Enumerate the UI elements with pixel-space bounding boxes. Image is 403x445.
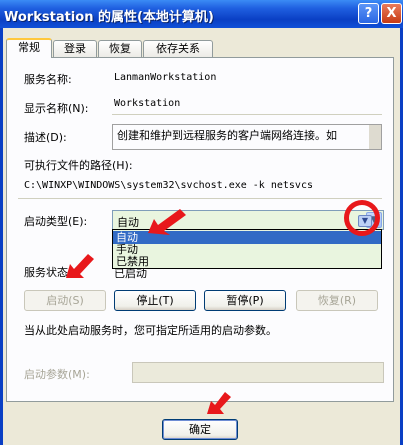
- title-bar[interactable]: Workstation 的属性(本地计算机) ? X: [0, 0, 403, 28]
- description-scrollbar[interactable]: [369, 125, 381, 149]
- description-text: 创建和维护到远程服务的客户端网络连接。如: [117, 129, 337, 142]
- tab-logon[interactable]: 登录: [53, 40, 97, 57]
- display-name-label: 显示名称(N):: [24, 102, 89, 115]
- hint-text: 当从此处启动服务时，您可指定所适用的启动参数。: [24, 324, 277, 337]
- exe-path-label: 可执行文件的路径(H):: [24, 159, 133, 172]
- description-label: 描述(D):: [24, 131, 67, 144]
- close-button[interactable]: X: [381, 3, 402, 24]
- start-params-input[interactable]: [132, 362, 384, 383]
- window-title: Workstation 的属性(本地计算机): [4, 10, 214, 25]
- start-params-label: 启动参数(M):: [24, 368, 90, 381]
- start-button[interactable]: 启动(S): [24, 290, 106, 311]
- startup-type-value: 自动: [117, 216, 139, 229]
- tab-dependencies[interactable]: 依存关系: [143, 40, 213, 57]
- exe-path-value: C:\WINXP\WINDOWS\system32\svchost.exe -k…: [24, 180, 313, 191]
- stop-button[interactable]: 停止(T): [114, 290, 196, 311]
- tab-recovery[interactable]: 恢复: [98, 40, 142, 57]
- chevron-down-icon-highlighted: ▼: [358, 215, 372, 227]
- service-name-value: LanmanWorkstation: [114, 72, 217, 83]
- display-name-underline: [112, 114, 382, 115]
- display-name-field[interactable]: Workstation: [114, 98, 180, 109]
- red-arrow-annotation-status: [66, 254, 94, 278]
- pause-button[interactable]: 暂停(P): [204, 290, 286, 311]
- service-name-label: 服务名称:: [24, 73, 72, 86]
- red-arrow-annotation-dropdown: [148, 209, 186, 235]
- startup-type-label: 启动类型(E):: [24, 215, 88, 228]
- separator-line: [18, 198, 382, 199]
- startup-option-disabled[interactable]: 已禁用: [113, 255, 381, 268]
- red-arrow-annotation-ok: [207, 392, 231, 414]
- resume-button[interactable]: 恢复(R): [296, 290, 378, 311]
- service-status-value: 已启动: [114, 267, 147, 280]
- description-box[interactable]: 创建和维护到远程服务的客户端网络连接。如: [112, 124, 382, 150]
- tab-general[interactable]: 常规: [6, 38, 52, 58]
- ok-button[interactable]: 确定: [162, 419, 238, 440]
- help-button[interactable]: ?: [358, 3, 379, 24]
